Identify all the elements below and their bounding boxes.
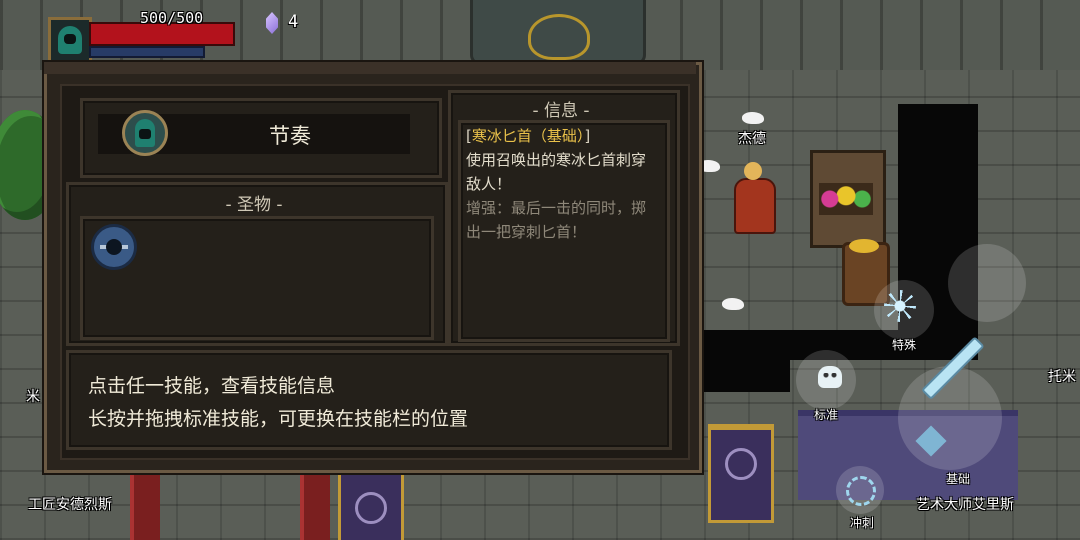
banner-emblem xyxy=(725,448,757,480)
relic-icon[interactable] xyxy=(91,224,137,270)
face xyxy=(139,129,151,139)
skill-title: 节奏 xyxy=(269,124,311,148)
banner xyxy=(708,424,774,523)
npc-robe xyxy=(734,178,776,234)
standard-label: 标准 xyxy=(813,408,838,422)
hint-line-2: 长按并拖拽标准技能，可更换在技能栏的位置 xyxy=(88,408,469,430)
skill-empowered: 增强：最后一击的同时，掷出一把穿刺匕首！ xyxy=(466,199,647,241)
health-text: 500/500 xyxy=(140,9,204,27)
skill-hood-icon[interactable] xyxy=(122,110,168,156)
face xyxy=(64,34,76,44)
dialog-top-strip xyxy=(44,62,696,74)
red-pillar xyxy=(300,470,330,540)
relic-core xyxy=(106,239,122,255)
gem-chest[interactable] xyxy=(810,150,886,248)
npc-name-craftsman: 工匠安德烈斯 xyxy=(28,497,112,513)
npc-head xyxy=(744,162,762,180)
bracket-close: ] xyxy=(584,127,591,145)
joystick-right-button[interactable] xyxy=(948,244,1026,322)
skill-name: 寒冰匕首（基础） xyxy=(471,127,585,145)
info-content: [寒冰匕首（基础）] 使用召唤出的寒冰匕首刺穿敌人！ 增强：最后一击的同时，掷出… xyxy=(458,120,664,336)
skull-icon xyxy=(818,366,842,388)
dove xyxy=(722,298,744,310)
gold-emblem xyxy=(528,14,590,60)
frost-burst-icon xyxy=(884,290,916,322)
info-section-title: - 信息 - xyxy=(532,101,590,121)
dash-swirl-icon xyxy=(846,476,876,506)
banner xyxy=(338,468,404,540)
skill-name-line: [寒冰匕首（基础）] xyxy=(466,124,656,148)
gem-count: 4 xyxy=(288,12,299,32)
banner-emblem xyxy=(355,492,387,524)
relic-section-title: - 圣物 - xyxy=(225,195,283,215)
basic-attack-button[interactable] xyxy=(898,366,1002,470)
npc-name-art-master: 艺术大师艾里斯 xyxy=(916,497,1014,513)
special-label: 特殊 xyxy=(891,338,916,352)
npc-jed[interactable] xyxy=(734,162,776,234)
hint-line-1: 点击任一技能，查看技能信息 xyxy=(88,375,336,397)
gold-coins xyxy=(849,239,879,253)
archway xyxy=(470,0,646,65)
mana-bar xyxy=(89,46,205,58)
red-pillar xyxy=(130,470,160,540)
npc-name-jed: 杰德 xyxy=(738,131,766,147)
player-portrait[interactable] xyxy=(48,17,92,65)
hint-panel xyxy=(66,350,672,450)
dove xyxy=(742,112,764,124)
npc-name-partial-right: 托米 xyxy=(1048,369,1076,385)
dark-pit xyxy=(696,358,790,392)
npc-name-partial-left: 米 xyxy=(26,389,40,405)
skill-description: 使用召唤出的寒冰匕首刺穿敌人！ xyxy=(466,151,647,193)
dash-label: 冲刺 xyxy=(849,516,874,530)
basic-label: 基础 xyxy=(945,472,970,486)
gems xyxy=(819,183,873,215)
